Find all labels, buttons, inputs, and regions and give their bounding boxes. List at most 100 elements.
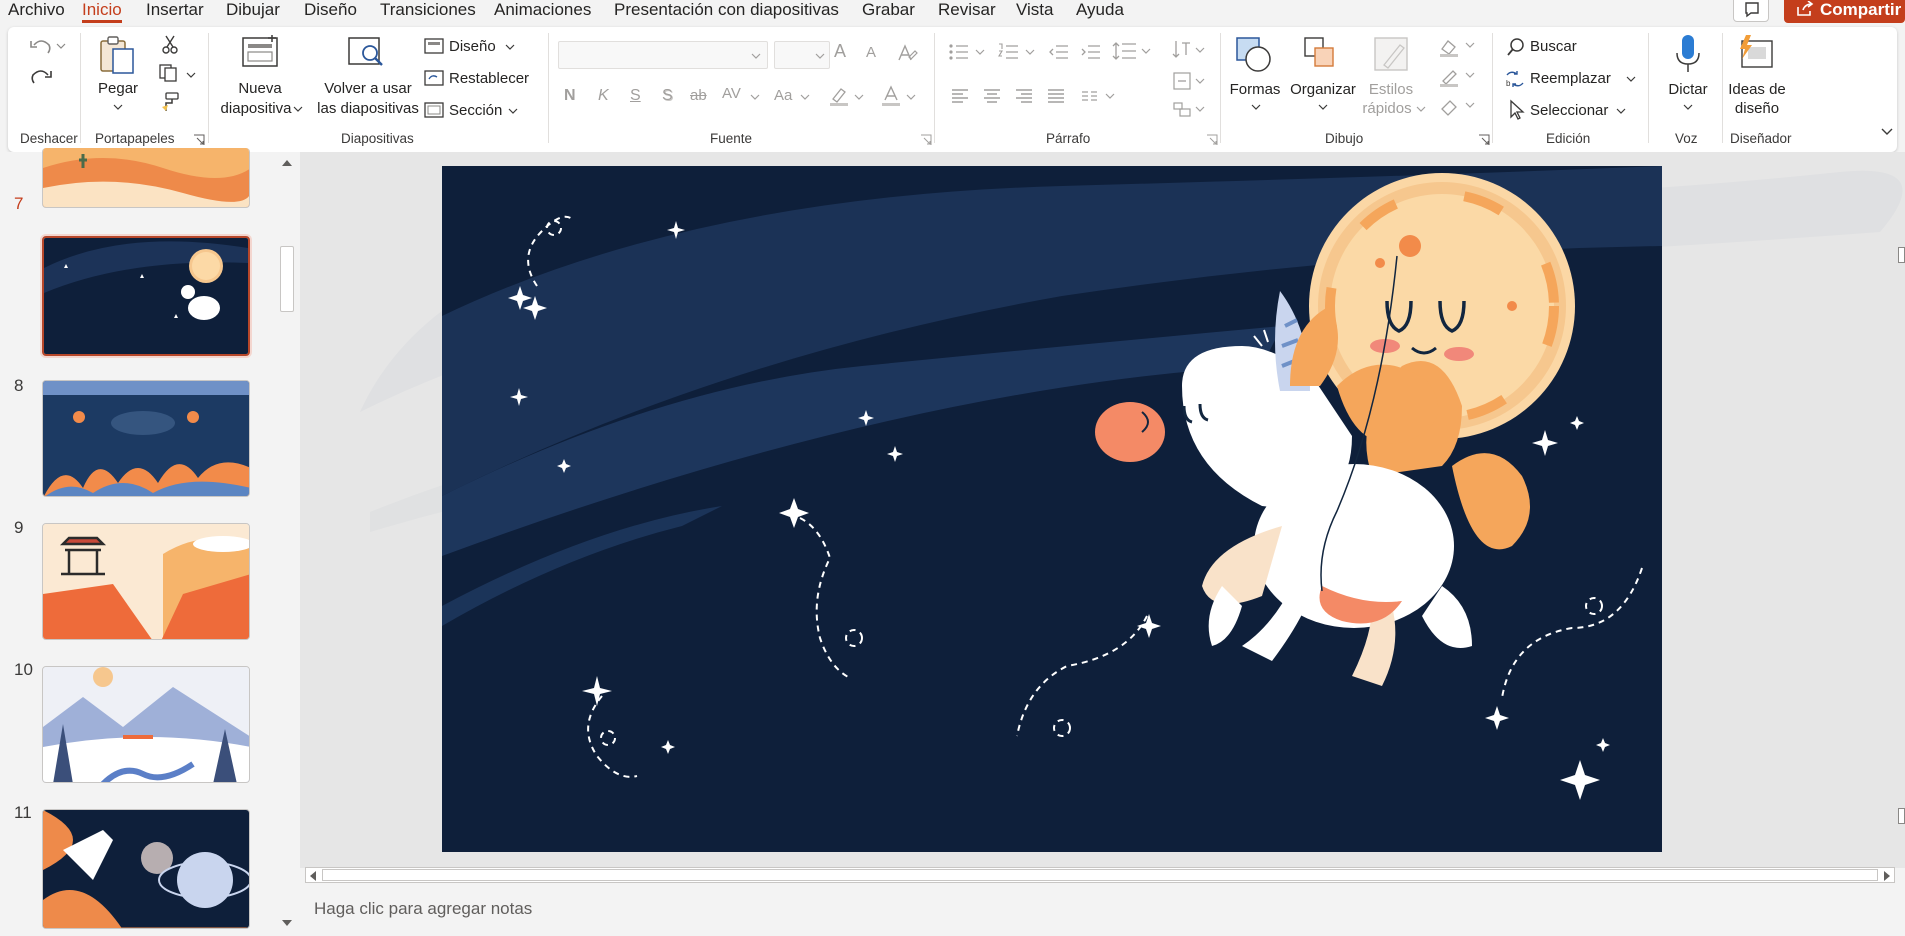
justify-icon[interactable] (1046, 87, 1066, 105)
clipboard-launcher-icon[interactable] (193, 134, 205, 146)
copy-icon[interactable] (158, 63, 182, 83)
line-spacing-icon[interactable] (1112, 41, 1152, 61)
align-text-icon[interactable] (1172, 71, 1208, 91)
reuse-slides-label-2[interactable]: las diapositivas (312, 99, 424, 118)
scroll-up-icon[interactable] (280, 158, 294, 168)
quick-styles-label-2[interactable]: rápidos (1354, 99, 1420, 118)
dictate-label[interactable]: Dictar (1660, 80, 1716, 99)
text-shadow-button[interactable]: S (662, 87, 673, 105)
layout-icon[interactable] (424, 38, 444, 54)
tab-archivo[interactable]: Archivo (8, 0, 65, 20)
horizontal-scrollbar[interactable] (305, 867, 1895, 883)
reuse-slides-icon[interactable] (346, 35, 386, 71)
paste-label[interactable]: Pegar (98, 79, 138, 98)
undo-dropdown-icon[interactable] (56, 42, 66, 50)
tab-dibujar[interactable]: Dibujar (226, 0, 280, 20)
paste-dropdown-icon[interactable] (113, 103, 123, 111)
change-case-button[interactable]: Aa (774, 87, 792, 104)
numbering-icon[interactable] (998, 43, 1038, 61)
undo-icon[interactable] (28, 35, 54, 57)
replace-icon[interactable]: b (1504, 69, 1526, 89)
change-case-dropdown-icon[interactable] (800, 93, 810, 101)
redo-icon[interactable] (28, 65, 54, 87)
bullets-icon[interactable] (948, 43, 988, 61)
slide-thumbnail-7[interactable] (42, 236, 250, 356)
decrease-indent-icon[interactable] (1048, 43, 1070, 61)
clear-formatting-icon[interactable] (896, 43, 918, 63)
slide-thumbnail-6[interactable] (42, 148, 250, 208)
tab-presentacion[interactable]: Presentación con diapositivas (614, 0, 839, 20)
new-slide-label-2[interactable]: diapositiva (216, 99, 296, 118)
quick-styles-icon[interactable] (1372, 35, 1412, 75)
layout-button[interactable]: Diseño (449, 38, 496, 55)
current-slide[interactable] (442, 166, 1662, 852)
replace-dropdown-icon[interactable] (1626, 75, 1636, 83)
design-ideas-label-2[interactable]: diseño (1724, 99, 1790, 118)
reset-button[interactable]: Restablecer (449, 70, 529, 87)
font-family-dropdown[interactable] (558, 41, 768, 69)
quick-styles-label-1[interactable]: Estilos (1358, 80, 1424, 99)
cut-icon[interactable] (160, 35, 180, 55)
tab-insertar[interactable]: Insertar (146, 0, 204, 20)
notes-pane[interactable]: Haga clic para agregar notas (300, 890, 1905, 936)
quick-styles-dropdown-icon[interactable] (1416, 105, 1426, 113)
increase-indent-icon[interactable] (1080, 43, 1102, 61)
align-center-icon[interactable] (982, 87, 1002, 105)
new-slide-dropdown-icon[interactable] (293, 105, 303, 113)
comments-button[interactable] (1733, 0, 1769, 22)
copy-dropdown-icon[interactable] (186, 71, 196, 79)
italic-button[interactable]: K (598, 87, 609, 105)
section-icon[interactable] (424, 102, 444, 118)
font-size-dropdown[interactable] (774, 41, 830, 69)
paragraph-launcher-icon[interactable] (1206, 134, 1218, 146)
slide-thumbnail-10[interactable] (42, 666, 250, 783)
slide-thumbnail-9[interactable] (42, 523, 250, 640)
highlight-dropdown-icon[interactable] (854, 93, 864, 101)
tab-transiciones[interactable]: Transiciones (380, 0, 476, 20)
thumbnail-scroll-thumb[interactable] (280, 246, 294, 312)
scroll-left-icon[interactable] (308, 870, 318, 882)
reuse-slides-label-1[interactable]: Volver a usar (318, 79, 418, 98)
design-ideas-icon[interactable] (1736, 33, 1776, 73)
thumbnail-scrollbar[interactable] (278, 156, 296, 931)
align-right-icon[interactable] (1014, 87, 1034, 105)
search-icon[interactable] (1506, 37, 1526, 57)
arrange-icon[interactable] (1302, 35, 1342, 75)
paste-icon[interactable] (98, 35, 136, 75)
section-button[interactable]: Sección (449, 102, 502, 119)
character-spacing-button[interactable]: AV (722, 85, 741, 102)
shape-effects-icon[interactable] (1438, 97, 1478, 117)
notes-placeholder[interactable]: Haga clic para agregar notas (314, 899, 532, 919)
align-left-icon[interactable] (950, 87, 970, 105)
drawing-launcher-icon[interactable] (1478, 134, 1490, 146)
tab-animaciones[interactable]: Animaciones (494, 0, 591, 20)
format-painter-icon[interactable] (158, 91, 180, 113)
select-cursor-icon[interactable] (1508, 99, 1526, 121)
bold-button[interactable]: N (564, 87, 576, 105)
dictate-dropdown-icon[interactable] (1683, 103, 1693, 111)
tab-ayuda[interactable]: Ayuda (1076, 0, 1124, 20)
shape-fill-icon[interactable] (1438, 37, 1478, 57)
scroll-right-icon[interactable] (1882, 870, 1892, 882)
text-direction-icon[interactable] (1172, 39, 1208, 61)
slide-thumbnail-8[interactable] (42, 380, 250, 497)
tab-grabar[interactable]: Grabar (862, 0, 915, 20)
highlight-color-icon[interactable] (828, 85, 850, 107)
underline-button[interactable]: S (630, 87, 641, 105)
horizontal-scroll-thumb[interactable] (322, 869, 1878, 881)
shapes-dropdown-icon[interactable] (1251, 103, 1261, 111)
new-slide-icon[interactable] (240, 35, 280, 71)
shrink-font-button[interactable]: A (866, 44, 876, 61)
arrange-label[interactable]: Organizar (1286, 80, 1360, 99)
shape-outline-icon[interactable] (1438, 67, 1478, 87)
collapse-ribbon-icon[interactable] (1880, 127, 1894, 137)
scroll-down-icon[interactable] (280, 918, 294, 928)
share-button[interactable]: Compartir (1784, 0, 1905, 23)
microphone-icon[interactable] (1674, 33, 1702, 75)
columns-icon[interactable] (1080, 87, 1120, 105)
shapes-icon[interactable] (1234, 35, 1274, 75)
smartart-icon[interactable] (1172, 99, 1208, 119)
font-color-dropdown-icon[interactable] (906, 93, 916, 101)
character-spacing-dropdown-icon[interactable] (750, 93, 760, 101)
select-dropdown-icon[interactable] (1616, 107, 1626, 115)
